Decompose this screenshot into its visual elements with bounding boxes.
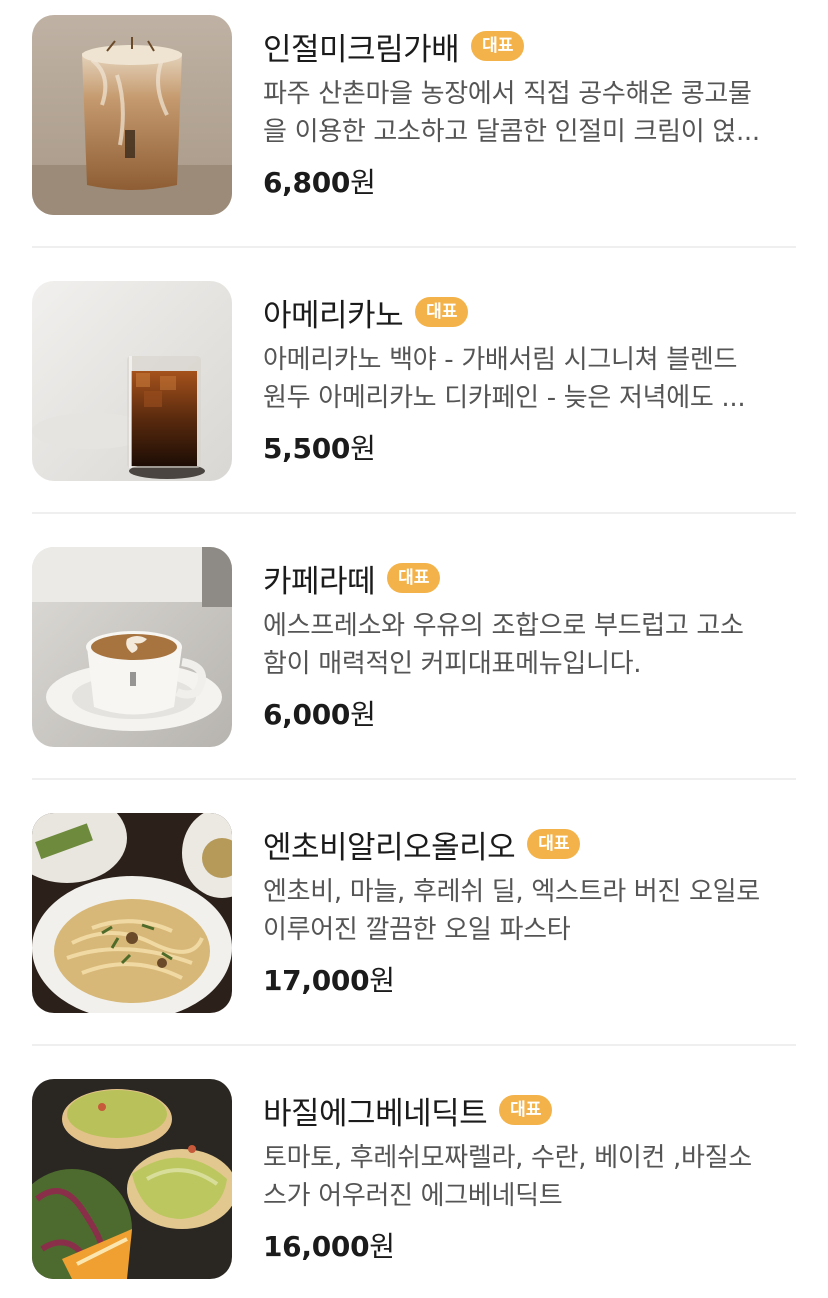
description-line: 에스프레소와 우유의 조합으로 부드럽고 고소	[263, 611, 744, 641]
signature-badge: 대표	[471, 31, 525, 61]
menu-item-description: 토마토, 후레쉬모짜렐라, 수란, 베이컨 ,바질소 스가 어우러진 에그베네딕…	[263, 1139, 796, 1215]
menu-item-name: 바질에그베네딕트	[263, 1095, 488, 1132]
menu-item-description: 엔초비, 마늘, 후레쉬 딜, 엑스트라 버진 오일로 이루어진 깔끔한 오일 …	[263, 873, 796, 949]
pasta-plate-photo-icon	[32, 813, 232, 1013]
price-currency: 원	[350, 698, 376, 731]
menu-item-info: 카페라떼 대표 에스프레소와 우유의 조합으로 부드럽고 고소 함이 매력적인 …	[263, 557, 796, 733]
menu-item-name-row: 엔초비알리오올리오 대표	[263, 823, 796, 866]
menu-item-price: 6,800원	[263, 161, 796, 201]
menu-item-price: 16,000원	[263, 1225, 796, 1265]
menu-item-name-row: 바질에그베네딕트 대표	[263, 1089, 796, 1132]
menu-item-photo	[32, 547, 232, 747]
menu-item-photo	[32, 15, 232, 215]
menu-item-name-row: 인절미크림가배 대표	[263, 25, 796, 68]
menu-item-photo	[32, 1079, 232, 1279]
price-currency: 원	[350, 166, 376, 199]
divider	[32, 1044, 796, 1046]
menu-item-name: 엔초비알리오올리오	[263, 829, 516, 866]
menu-item-price: 5,500원	[263, 427, 796, 467]
menu-item-anchovy-aglio-olio[interactable]: 엔초비알리오올리오 대표 엔초비, 마늘, 후레쉬 딜, 엑스트라 버진 오일로…	[32, 813, 796, 1013]
price-amount: 6,800	[263, 166, 351, 199]
menu-item-name: 아메리카노	[263, 297, 404, 334]
price-amount: 6,000	[263, 698, 351, 731]
menu-item-photo	[32, 813, 232, 1013]
divider	[32, 512, 796, 514]
menu-item-name-row: 아메리카노 대표	[263, 291, 796, 334]
menu-item-cafe-latte[interactable]: 카페라떼 대표 에스프레소와 우유의 조합으로 부드럽고 고소 함이 매력적인 …	[32, 547, 796, 747]
description-line: 아메리카노 백야 - 가배서림 시그니쳐 블렌드	[263, 345, 738, 375]
price-amount: 16,000	[263, 1230, 370, 1263]
menu-item-description: 에스프레소와 우유의 조합으로 부드럽고 고소 함이 매력적인 커피대표메뉴입니…	[263, 607, 796, 683]
price-amount: 5,500	[263, 432, 351, 465]
description-line: 이루어진 깔끔한 오일 파스타	[263, 915, 571, 945]
iced-americano-photo-icon	[32, 281, 232, 481]
description-line: 함이 매력적인 커피대표메뉴입니다.	[263, 649, 642, 679]
menu-item-price: 6,000원	[263, 693, 796, 733]
price-currency: 원	[369, 964, 395, 997]
menu-item-info: 아메리카노 대표 아메리카노 백야 - 가배서림 시그니쳐 블렌드 원두 아메리…	[263, 291, 796, 467]
menu-item-info: 바질에그베네딕트 대표 토마토, 후레쉬모짜렐라, 수란, 베이컨 ,바질소 스…	[263, 1089, 796, 1265]
signature-badge: 대표	[499, 1095, 553, 1125]
eggs-benedict-photo-icon	[32, 1079, 232, 1279]
menu-item-description: 파주 산촌마을 농장에서 직접 공수해온 콩고물 을 이용한 고소하고 달콤한 …	[263, 75, 796, 151]
menu-item-name-row: 카페라떼 대표	[263, 557, 796, 600]
menu-item-americano[interactable]: 아메리카노 대표 아메리카노 백야 - 가배서림 시그니쳐 블렌드 원두 아메리…	[32, 281, 796, 481]
description-line: 원두 아메리카노 디카페인 - 늦은 저녁에도 ...	[263, 383, 746, 413]
menu-item-basil-eggs-benedict[interactable]: 바질에그베네딕트 대표 토마토, 후레쉬모짜렐라, 수란, 베이컨 ,바질소 스…	[32, 1079, 796, 1279]
menu-item-description: 아메리카노 백야 - 가배서림 시그니쳐 블렌드 원두 아메리카노 디카페인 -…	[263, 341, 796, 417]
menu-item-info: 엔초비알리오올리오 대표 엔초비, 마늘, 후레쉬 딜, 엑스트라 버진 오일로…	[263, 823, 796, 999]
price-currency: 원	[369, 1230, 395, 1263]
description-line: 엔초비, 마늘, 후레쉬 딜, 엑스트라 버진 오일로	[263, 877, 760, 907]
signature-badge: 대표	[415, 297, 469, 327]
menu-item-name: 카페라떼	[263, 563, 376, 600]
signature-badge: 대표	[387, 563, 441, 593]
divider	[32, 778, 796, 780]
menu-item-injeolmi-cream-coffee[interactable]: 인절미크림가배 대표 파주 산촌마을 농장에서 직접 공수해온 콩고물 을 이용…	[32, 15, 796, 215]
signature-badge: 대표	[527, 829, 581, 859]
description-line: 파주 산촌마을 농장에서 직접 공수해온 콩고물	[263, 79, 752, 109]
description-line: 스가 어우러진 에그베네딕트	[263, 1181, 563, 1211]
price-amount: 17,000	[263, 964, 370, 997]
menu-item-name: 인절미크림가배	[263, 31, 460, 68]
iced-coffee-photo-icon	[32, 15, 232, 215]
price-currency: 원	[350, 432, 376, 465]
divider	[32, 246, 796, 248]
menu-item-info: 인절미크림가배 대표 파주 산촌마을 농장에서 직접 공수해온 콩고물 을 이용…	[263, 25, 796, 201]
menu-item-photo	[32, 281, 232, 481]
latte-cup-photo-icon	[32, 547, 232, 747]
menu-item-price: 17,000원	[263, 959, 796, 999]
description-line: 을 이용한 고소하고 달콤한 인절미 크림이 얹...	[263, 117, 760, 147]
description-line: 토마토, 후레쉬모짜렐라, 수란, 베이컨 ,바질소	[263, 1143, 752, 1173]
